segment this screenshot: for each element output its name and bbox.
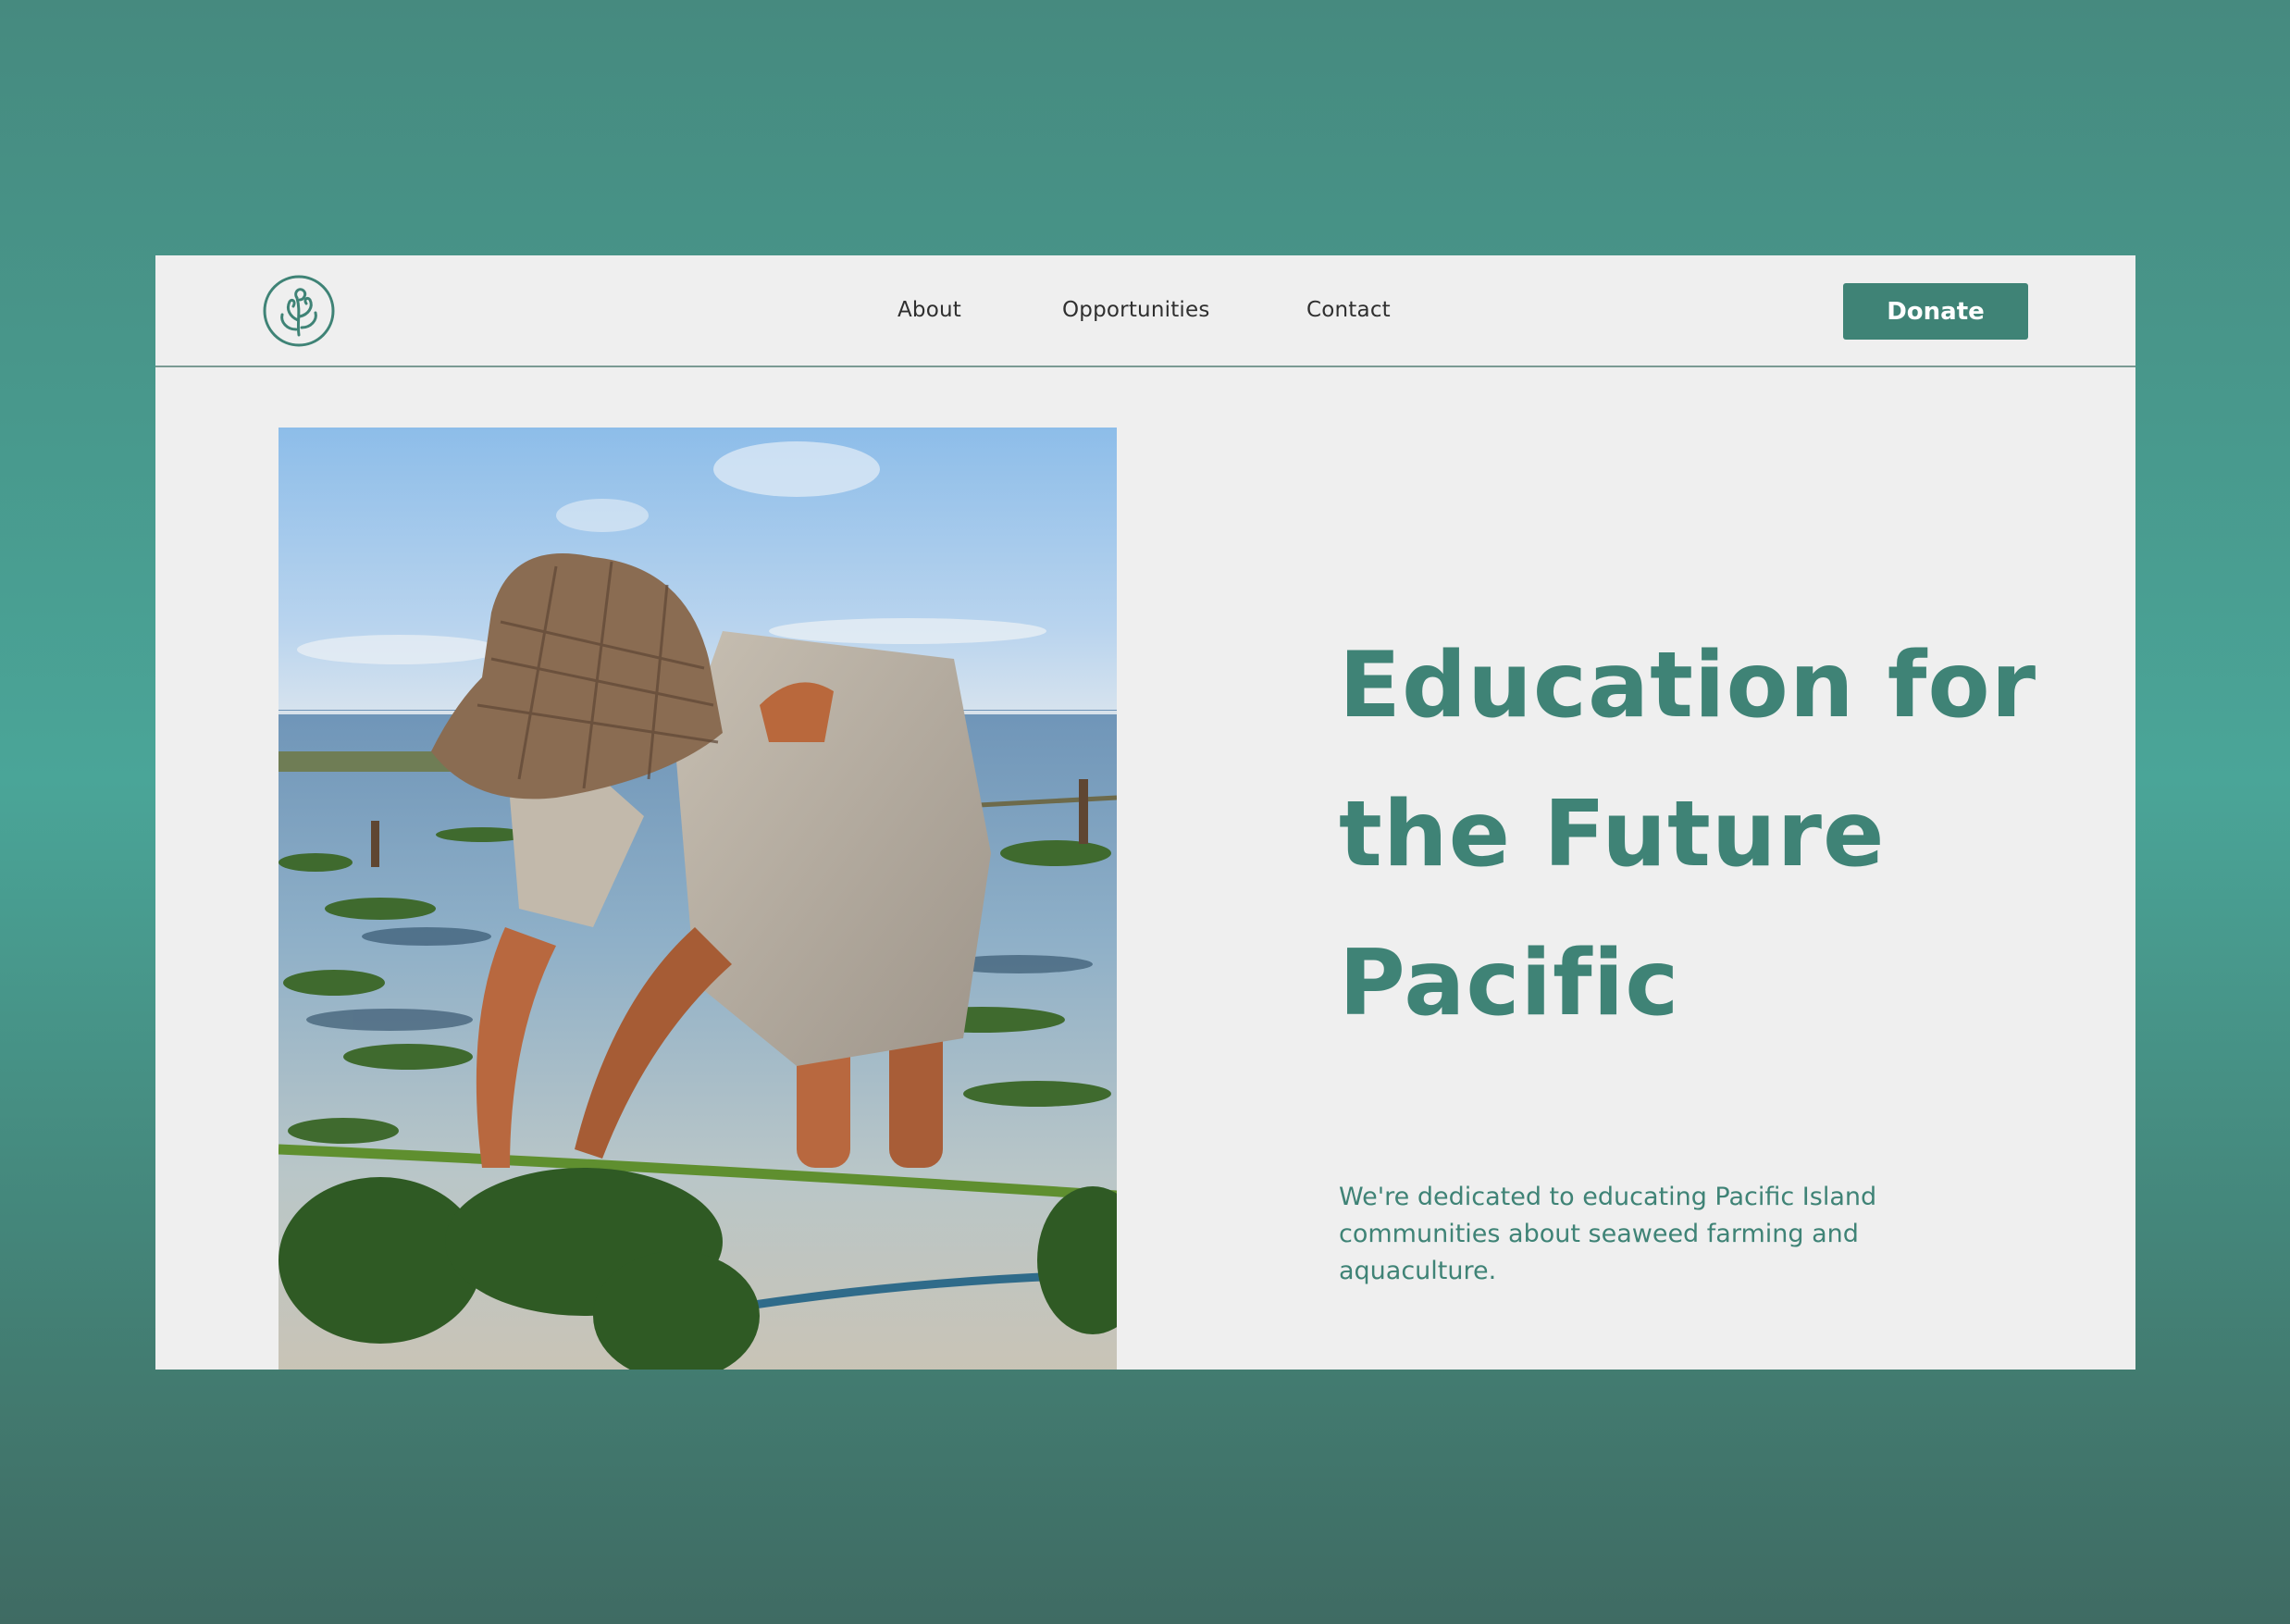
top-navigation-bar: About Opportunities Contact Donate — [155, 255, 2135, 367]
nav-contact-link[interactable]: Contact — [1306, 298, 1391, 322]
seaweed-logo-icon[interactable] — [262, 274, 336, 348]
nav-opportunities-link[interactable]: Opportunities — [1062, 298, 1210, 322]
hero-title: Education for the Future Pacific — [1339, 612, 2079, 1059]
donate-button[interactable]: Donate — [1843, 283, 2028, 340]
hero-description: We're dedicated to educating Pacific Isl… — [1339, 1183, 1877, 1285]
website-frame: About Opportunities Contact Donate Educa… — [155, 255, 2135, 1370]
hero-title-line-2: the Future — [1339, 782, 1886, 887]
nav-about-link[interactable]: About — [897, 298, 961, 322]
seaweed-farmer-photo — [279, 428, 1117, 1370]
hero-title-line-3: Pacific — [1339, 931, 1680, 1036]
hero-title-line-1: Education for — [1339, 633, 2037, 738]
